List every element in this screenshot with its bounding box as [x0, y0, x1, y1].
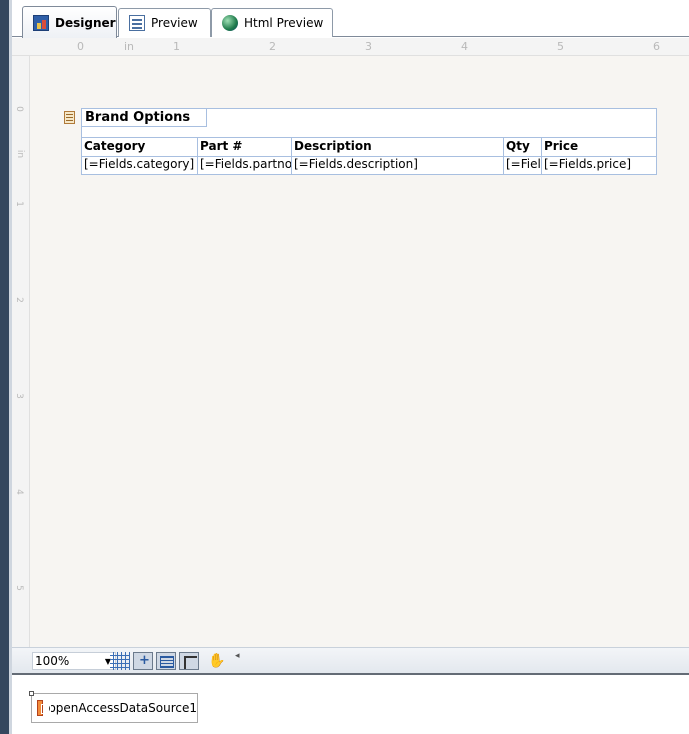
- tab-html-preview-label: Html Preview: [244, 16, 324, 30]
- column-header[interactable]: Qty: [504, 138, 542, 157]
- column-header[interactable]: Part #: [198, 138, 292, 157]
- designer-icon: [33, 14, 49, 31]
- ruler-label: 2: [269, 40, 276, 53]
- tab-designer[interactable]: Designer: [22, 6, 117, 38]
- designer-toolbar: 100% ▼ ✋ ◂: [12, 647, 689, 673]
- vertical-ruler: 0 in 1 2 3 4 5: [12, 56, 30, 647]
- section-bands-icon[interactable]: [156, 652, 176, 670]
- ruler-label: 1: [173, 40, 180, 53]
- table-cell[interactable]: [=Fields.price]: [542, 156, 656, 174]
- tab-preview[interactable]: Preview: [118, 8, 211, 37]
- ruler-label: 0: [13, 106, 24, 112]
- ruler-label: 1: [13, 201, 24, 207]
- table-cell[interactable]: [=Fields.partno]: [198, 156, 292, 174]
- ruler-label: 3: [13, 393, 24, 399]
- ruler-label: 5: [13, 585, 24, 591]
- component-tray: openAccessDataSource1: [12, 673, 689, 734]
- data-table[interactable]: Category Part # Description Qty Price [=…: [81, 137, 657, 175]
- table-cell[interactable]: [=Fields.category]: [82, 156, 198, 174]
- preview-icon: [129, 15, 145, 31]
- grid-icon[interactable]: [110, 652, 130, 670]
- tab-html-preview[interactable]: Html Preview: [211, 8, 333, 37]
- data-source-label: openAccessDataSource1: [48, 701, 197, 715]
- column-header[interactable]: Description: [292, 138, 504, 157]
- column-header[interactable]: Price: [542, 138, 656, 157]
- tab-designer-label: Designer: [55, 15, 116, 30]
- tab-strip: Designer Preview Html Preview: [12, 0, 689, 38]
- hand-pan-icon[interactable]: ✋: [207, 652, 227, 670]
- report-title[interactable]: Brand Options: [81, 108, 207, 127]
- window-edge: [0, 0, 9, 734]
- ruler-label: in: [15, 149, 26, 159]
- tab-preview-label: Preview: [151, 16, 198, 30]
- selection-handle[interactable]: [29, 691, 34, 696]
- ruler-label: 6: [653, 40, 660, 53]
- data-source-component[interactable]: openAccessDataSource1: [31, 693, 198, 723]
- globe-icon: [222, 15, 238, 31]
- ruler-label: 4: [461, 40, 468, 53]
- data-source-icon: [37, 700, 53, 716]
- ruler-label: 4: [13, 489, 24, 495]
- ruler-label: 5: [557, 40, 564, 53]
- table-select-icon[interactable]: [64, 111, 75, 124]
- ruler-label: 3: [365, 40, 372, 53]
- ruler-label: 2: [13, 297, 24, 303]
- table-cell[interactable]: [=Fields.description]: [292, 156, 504, 174]
- horizontal-ruler: 0 in 1 2 3 4 5 6: [12, 38, 689, 56]
- scroll-left-icon[interactable]: ◂: [235, 651, 240, 661]
- ruler-label: in: [124, 40, 135, 53]
- ruler-label: 0: [77, 40, 84, 53]
- snap-to-grid-icon[interactable]: [133, 652, 153, 670]
- ruler-icon[interactable]: [179, 652, 199, 670]
- table-cell[interactable]: [=Fiel: [504, 156, 542, 174]
- column-header[interactable]: Category: [82, 138, 198, 157]
